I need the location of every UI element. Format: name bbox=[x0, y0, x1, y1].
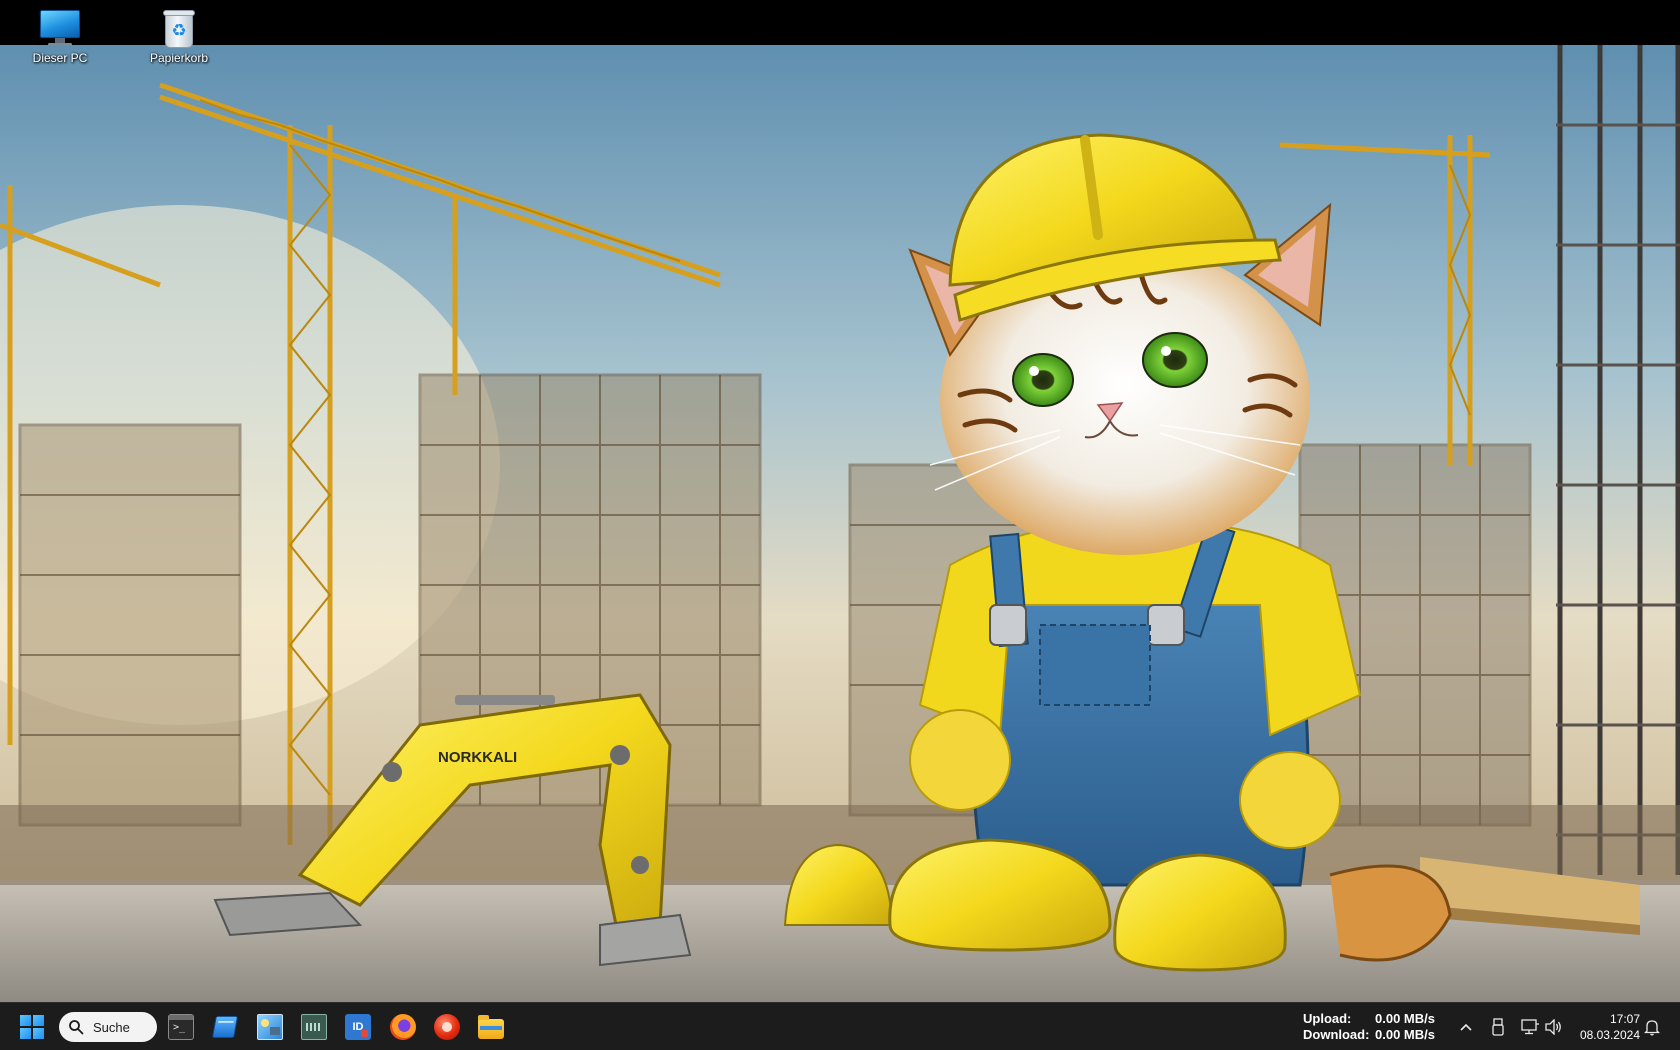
excavator-brand-text: NORKKALI bbox=[438, 749, 517, 766]
taskbar-app-display-settings[interactable] bbox=[252, 1009, 288, 1045]
windows-start-icon bbox=[20, 1015, 44, 1039]
desktop-icon-this-pc[interactable]: Dieser PC bbox=[15, 8, 105, 78]
tray-overflow-button[interactable] bbox=[1454, 1015, 1478, 1039]
id-icon: ID bbox=[345, 1014, 371, 1040]
taskbar-app-recorder[interactable] bbox=[429, 1009, 465, 1045]
taskbar-app-firefox[interactable] bbox=[385, 1009, 421, 1045]
desktop-wallpaper: NORKKALI bbox=[0, 45, 1680, 1002]
taskbar-app-id[interactable]: ID bbox=[340, 1009, 376, 1045]
upload-label: Upload: bbox=[1303, 1011, 1352, 1026]
bell-icon bbox=[1644, 1020, 1660, 1036]
display-icon bbox=[257, 1014, 283, 1040]
chip-icon bbox=[301, 1014, 327, 1040]
desktop-icon-recycle-bin[interactable]: ♻ Papierkorb bbox=[134, 8, 224, 78]
taskbar-app-terminal[interactable]: >_ bbox=[163, 1009, 199, 1045]
network-speed-widget[interactable]: Upload: 0.00 MB/s Download: 0.00 MB/s bbox=[1303, 1011, 1435, 1043]
search-button[interactable]: Suche bbox=[59, 1012, 157, 1042]
notifications-button[interactable] bbox=[1640, 1015, 1664, 1039]
tray-volume-button[interactable] bbox=[1542, 1015, 1566, 1039]
folder-icon bbox=[478, 1015, 504, 1039]
tray-network-button[interactable] bbox=[1518, 1015, 1542, 1039]
download-label: Download: bbox=[1303, 1027, 1370, 1042]
desktop-icon-label: Papierkorb bbox=[149, 51, 209, 65]
taskbar-app-hardware-monitor[interactable] bbox=[296, 1009, 332, 1045]
recycle-bin-icon: ♻ bbox=[157, 8, 201, 50]
taskbar: Suche >_ ID Upload: 0.00 MB/s Download: … bbox=[0, 1002, 1680, 1050]
taskbar-app-file-explorer[interactable] bbox=[473, 1009, 509, 1045]
window-icon bbox=[212, 1015, 238, 1039]
chevron-up-icon bbox=[1460, 1023, 1472, 1031]
record-icon bbox=[434, 1014, 460, 1040]
network-icon bbox=[1521, 1019, 1539, 1035]
usb-icon bbox=[1492, 1018, 1504, 1036]
speaker-icon bbox=[1545, 1019, 1561, 1035]
terminal-icon: >_ bbox=[168, 1014, 194, 1040]
wallpaper-artwork: NORKKALI bbox=[0, 45, 1680, 1002]
download-value: 0.00 MB/s bbox=[1375, 1027, 1435, 1042]
computer-icon bbox=[38, 8, 82, 50]
firefox-icon bbox=[390, 1014, 416, 1040]
clock-date: 08.03.2024 bbox=[1579, 1028, 1640, 1042]
upload-value: 0.00 MB/s bbox=[1375, 1011, 1435, 1026]
desktop-icon-label: Dieser PC bbox=[32, 51, 88, 65]
top-letterbox bbox=[0, 0, 1680, 45]
search-label: Suche bbox=[93, 1019, 130, 1035]
clock-time: 17:07 bbox=[1609, 1012, 1640, 1026]
start-button[interactable] bbox=[14, 1009, 50, 1045]
tray-usb-button[interactable] bbox=[1486, 1015, 1510, 1039]
taskbar-clock[interactable]: 17:07 08.03.2024 bbox=[1568, 1011, 1640, 1043]
taskbar-app-window[interactable] bbox=[207, 1009, 243, 1045]
search-icon bbox=[69, 1020, 84, 1035]
